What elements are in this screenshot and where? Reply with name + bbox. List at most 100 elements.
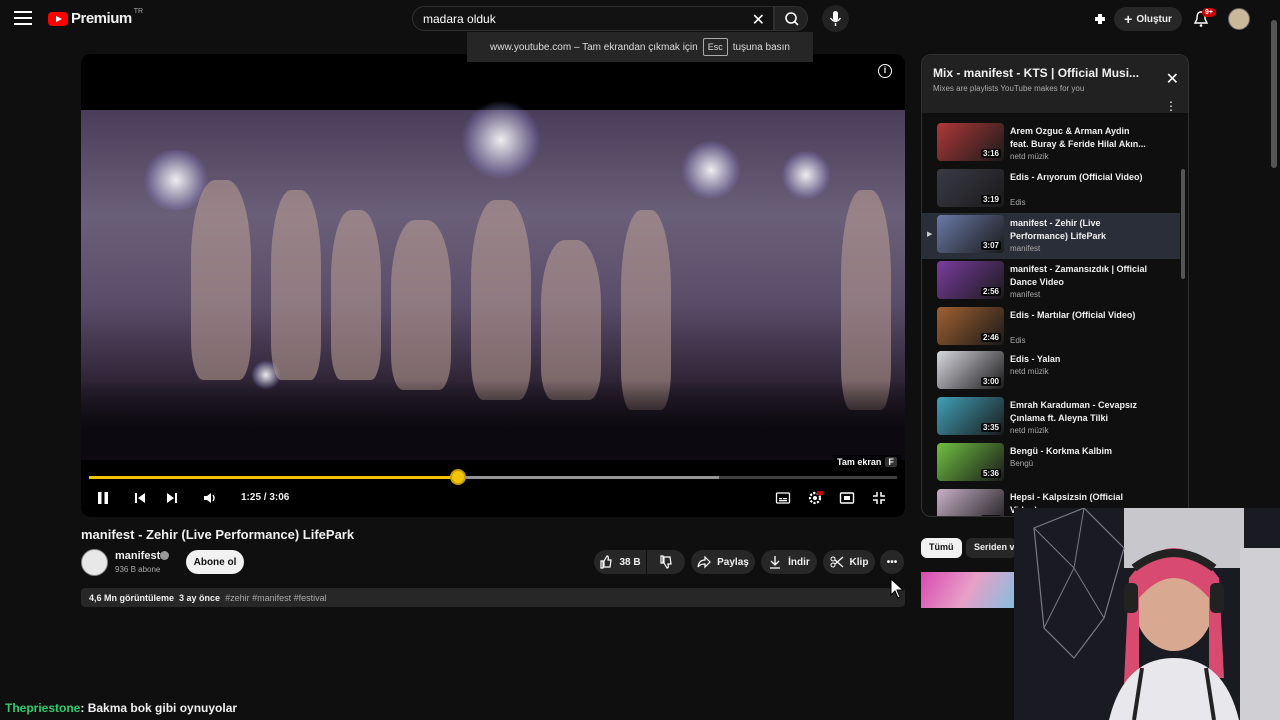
next-icon[interactable] [164,490,180,506]
video-player[interactable]: i Tam ekran F 1:25 / 3:06 [81,54,905,517]
plus-icon: + [1124,11,1133,27]
extension-icon[interactable] [1092,10,1110,28]
description-box[interactable]: 4,6 Mn görüntüleme 3 ay önce #zehir #man… [81,588,905,607]
youtube-play-icon [48,11,68,26]
fullscreen-tooltip: Tam ekran F [833,455,901,469]
view-count: 4,6 Mn görüntüleme [89,593,175,603]
chip-series[interactable]: Seriden vi [966,538,1016,558]
hashtags[interactable]: #zehir #manifest #festival [225,593,327,603]
chat-text: : Bakma bok gibi oynuyolar [80,701,238,715]
dislike-button[interactable] [647,550,685,574]
volume-icon[interactable] [202,490,218,506]
search-box[interactable]: madara olduk ✕ [412,6,774,31]
playlist-thumbnail[interactable]: 3:26 [937,489,1004,516]
user-avatar[interactable] [1228,8,1250,30]
video-frame[interactable] [81,100,905,460]
exit-fullscreen-icon[interactable] [871,490,887,506]
download-button[interactable]: İndir [761,550,817,574]
webcam-scene [1014,508,1280,720]
chat-username: Thepriestone [5,701,81,715]
playlist-item-channel: manifest [1010,244,1041,253]
playlist-item[interactable]: 3:16 Arem Ozguc & Arman Aydin feat. Buray… [922,121,1180,167]
thumbs-down-icon [660,555,672,569]
channel-avatar[interactable] [81,549,108,576]
playlist-item-title: Edis - Arıyorum (Official Video) [1010,172,1143,182]
duration-badge: 3:26 [980,515,1001,516]
clear-search-icon[interactable]: ✕ [752,10,765,30]
menu-icon[interactable] [14,11,32,25]
playlist-item-title: Edis - Martılar (Official Video) [1010,310,1136,320]
playlist-thumbnail[interactable]: 3:16 [937,123,1004,161]
playlist-item[interactable]: 3:00 Edis - Yalan netd müzik [922,349,1180,395]
search-button[interactable] [774,6,808,31]
playlist-item[interactable]: 2:56 manifest - Zamansızdık | Official Da… [922,259,1180,305]
search-icon [785,12,799,26]
share-icon [697,555,711,569]
share-button[interactable]: Paylaş [691,550,755,574]
playlist-thumbnail[interactable]: 2:46 [937,307,1004,345]
more-vertical-icon[interactable]: ⋮ [1165,99,1177,113]
scissors-icon [830,556,843,568]
page-scrollbar[interactable] [1271,20,1277,168]
chip-all[interactable]: Tümü [921,538,962,558]
playlist-item[interactable]: 5:36 Bengü - Korkma Kalbim Bengü [922,441,1180,487]
voice-search-button[interactable] [822,5,849,32]
more-actions-button[interactable]: ••• [880,550,904,574]
playlist-title[interactable]: Mix - manifest - KTS | Official Musi... [933,66,1153,80]
microphone-icon [829,11,842,26]
playlist-thumbnail[interactable]: 3:35 [937,397,1004,435]
previous-icon[interactable] [132,490,148,506]
now-playing-icon: ▶ [927,231,933,238]
playlist-subtitle: Mixes are playlists YouTube makes for yo… [933,84,1085,93]
info-icon[interactable]: i [878,64,892,78]
recommended-thumbnail[interactable] [921,572,1017,608]
playlist-item[interactable]: 2:46 Edis - Martılar (Official Video) Edis [922,305,1180,351]
search-input[interactable]: madara olduk [423,12,496,26]
duration-badge: 3:16 [980,149,1001,158]
close-icon[interactable]: ✕ [1166,69,1179,89]
clip-button[interactable]: Klip [823,550,875,574]
progress-scrubber[interactable] [449,469,466,485]
subtitles-icon[interactable] [775,490,791,506]
playlist-thumbnail[interactable]: 2:56 [937,261,1004,299]
like-button[interactable]: 38 B [594,550,646,574]
duration-badge: 2:46 [980,333,1001,342]
logo-text: Premium [71,10,132,27]
playlist-scrollbar[interactable] [1181,169,1185,279]
playlist-item-channel: manifest [1010,290,1041,299]
settings-gear-icon[interactable] [807,490,823,506]
playlist-item[interactable]: 3:19 Edis - Arıyorum (Official Video) Edis [922,167,1180,213]
pause-icon[interactable] [95,490,111,506]
duration-badge: 3:19 [980,195,1001,204]
playlist-thumbnail[interactable]: 5:36 [937,443,1004,481]
playlist-item-title: manifest - Zehir (Live Performance) Life… [1010,218,1107,241]
like-count: 38 B [619,556,641,568]
playlist-header: Mix - manifest - KTS | Official Musi... … [922,55,1188,113]
duration-badge: 2:56 [980,287,1001,296]
esc-key: Esc [702,38,728,56]
notification-badge: 9+ [1202,8,1216,17]
webcam-overlay [1014,508,1280,720]
progress-played [89,476,458,479]
playlist-item[interactable]: ▶ 3:07 manifest - Zehir (Live Performance)… [922,213,1180,259]
progress-bar[interactable] [89,469,897,485]
playlist-item-channel: netd müzik [1010,152,1049,161]
playlist-item-channel: Edis [1010,198,1026,207]
theater-mode-icon[interactable] [839,490,855,506]
video-title: manifest - Zehir (Live Performance) Life… [81,527,355,542]
thumbs-up-icon [600,555,613,569]
subscribe-button[interactable]: Abone ol [186,550,244,574]
playlist-thumbnail[interactable]: 3:07 [937,215,1004,253]
playlist-item-title: Edis - Yalan [1010,354,1061,364]
channel-name[interactable]: manifest [115,550,160,562]
playlist-item-title: manifest - Zamansızdık | Official Dance … [1010,264,1148,287]
playlist-item-title: Arem Ozguc & Arman Aydin feat. Buray & F… [1010,126,1146,149]
playlist-item[interactable]: 3:35 Emrah Karaduman - Cevapsız Çınlama f… [922,395,1180,441]
playlist-thumbnail[interactable]: 3:00 [937,351,1004,389]
create-button[interactable]: + Oluştur [1114,7,1182,31]
playlist-thumbnail[interactable]: 3:19 [937,169,1004,207]
youtube-logo[interactable]: Premium TR [48,8,143,27]
playlist-item-channel: Edis [1010,336,1026,345]
playlist-item-title: Bengü - Korkma Kalbim [1010,446,1113,456]
more-horizontal-icon: ••• [886,556,898,568]
